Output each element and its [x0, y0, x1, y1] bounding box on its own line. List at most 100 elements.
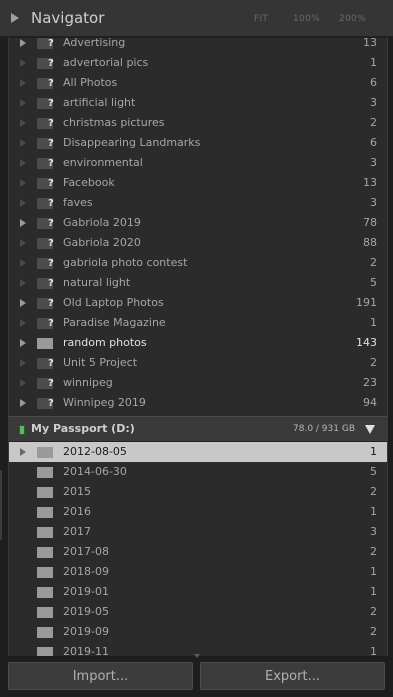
bottom-bar: Import... Export...: [0, 654, 393, 697]
folder-icon: [37, 338, 53, 349]
expand-triangle-icon[interactable]: [20, 79, 26, 87]
missing-question-icon: ?: [48, 58, 54, 69]
folder-row[interactable]: ? faves 3: [9, 193, 387, 213]
volume-folder-row[interactable]: 2014-06-30 5: [9, 462, 387, 482]
folder-row[interactable]: ? environmental 3: [9, 153, 387, 173]
folder-name: 2019-05: [63, 605, 109, 618]
folder-row[interactable]: ? gabriola photo contest 2: [9, 253, 387, 273]
folder-row[interactable]: ? Gabriola 2020 88: [9, 233, 387, 253]
folder-count: 2: [370, 356, 377, 369]
folder-row[interactable]: random photos 143: [9, 333, 387, 353]
expand-triangle-icon[interactable]: [20, 448, 26, 456]
folder-row[interactable]: ? winnipeg 23: [9, 373, 387, 393]
expand-triangle-icon[interactable]: [20, 299, 26, 307]
missing-question-icon: ?: [48, 278, 54, 289]
zoom-fit-option[interactable]: FIT: [254, 14, 268, 24]
missing-question-icon: ?: [48, 78, 54, 89]
import-button[interactable]: Import...: [8, 662, 193, 690]
zoom-100-option[interactable]: 100%: [293, 14, 320, 24]
folder-count: 2: [370, 485, 377, 498]
folder-row[interactable]: ? Old Laptop Photos 191: [9, 293, 387, 313]
expand-triangle-icon[interactable]: [20, 279, 26, 287]
volume-header[interactable]: My Passport (D:) 78.0 / 931 GB: [9, 416, 387, 442]
folder-name: 2016: [63, 505, 91, 518]
expand-triangle-icon[interactable]: [20, 359, 26, 367]
folder-count: 94: [363, 396, 377, 409]
folder-row[interactable]: ? Unit 5 Project 2: [9, 353, 387, 373]
folder-count: 143: [356, 336, 377, 349]
expand-triangle-icon[interactable]: [20, 219, 26, 227]
volume-folder-row[interactable]: 2019-01 1: [9, 582, 387, 602]
folder-count: 3: [370, 156, 377, 169]
volume-folder-row[interactable]: 2019-09 2: [9, 622, 387, 642]
missing-question-icon: ?: [48, 238, 54, 249]
volume-name: My Passport (D:): [31, 422, 135, 435]
volume-folder-row[interactable]: 2018-09 1: [9, 562, 387, 582]
folder-row[interactable]: ? Advertising 13: [9, 38, 387, 53]
folder-name: Unit 5 Project: [63, 356, 138, 369]
volume-folder-row[interactable]: 2015 2: [9, 482, 387, 502]
folder-row[interactable]: ? christmas pictures 2: [9, 113, 387, 133]
folder-count: 2: [370, 625, 377, 638]
expand-triangle-icon[interactable]: [20, 139, 26, 147]
folder-count: 13: [363, 176, 377, 189]
folder-row[interactable]: ? Winnipeg 2019 94: [9, 393, 387, 413]
volume-folder-row[interactable]: 2019-05 2: [9, 602, 387, 622]
folder-row[interactable]: ? Facebook 13: [9, 173, 387, 193]
volume-folder-row[interactable]: 2012-08-05 1: [9, 442, 387, 462]
expand-triangle-icon[interactable]: [20, 259, 26, 267]
folder-name: Advertising: [63, 38, 126, 49]
folder-count: 3: [370, 196, 377, 209]
panel-resize-grip-icon[interactable]: [194, 654, 200, 658]
folder-count: 3: [370, 525, 377, 538]
zoom-200-option[interactable]: 200%: [339, 14, 366, 24]
folder-count: 6: [370, 76, 377, 89]
folder-count: 1: [370, 505, 377, 518]
volume-folder-row[interactable]: 2016 1: [9, 502, 387, 522]
folder-name: Gabriola 2019: [63, 216, 141, 229]
folder-row[interactable]: ? Disappearing Landmarks 6: [9, 133, 387, 153]
folders-panel: ? Advertising 13? advertorial pics 1? All Pho…: [8, 38, 388, 656]
folder-name: 2012-08-05: [63, 445, 127, 458]
expand-triangle-icon[interactable]: [20, 319, 26, 327]
expand-triangle-icon[interactable]: [20, 399, 26, 407]
expand-triangle-icon[interactable]: [20, 199, 26, 207]
folder-name: 2018-09: [63, 565, 109, 578]
folder-row[interactable]: ? All Photos 6: [9, 73, 387, 93]
expand-triangle-icon[interactable]: [20, 39, 26, 47]
missing-question-icon: ?: [48, 138, 54, 149]
volume-folder-row[interactable]: 2017-08 2: [9, 542, 387, 562]
folder-icon: [37, 507, 53, 518]
folder-icon: [37, 467, 53, 478]
expand-triangle-icon[interactable]: [20, 159, 26, 167]
missing-question-icon: ?: [48, 158, 54, 169]
volume-collapse-arrow-icon[interactable]: [365, 425, 375, 434]
folder-name: 2017-08: [63, 545, 109, 558]
folder-name: advertorial pics: [63, 56, 149, 69]
folder-name: 2019-01: [63, 585, 109, 598]
expand-triangle-icon[interactable]: [20, 99, 26, 107]
volume-folder-row[interactable]: 2017 3: [9, 522, 387, 542]
expand-triangle-icon[interactable]: [20, 239, 26, 247]
folder-row[interactable]: ? advertorial pics 1: [9, 53, 387, 73]
expand-triangle-icon[interactable]: [20, 339, 26, 347]
folder-icon: [37, 647, 53, 656]
folder-row[interactable]: ? natural light 5: [9, 273, 387, 293]
folder-count: 1: [370, 316, 377, 329]
export-button[interactable]: Export...: [200, 662, 385, 690]
folder-count: 88: [363, 236, 377, 249]
expand-triangle-icon[interactable]: [20, 119, 26, 127]
folder-row[interactable]: ? artificial light 3: [9, 93, 387, 113]
collapse-triangle-icon[interactable]: [11, 13, 19, 23]
folder-count: 78: [363, 216, 377, 229]
panel-edge-handle[interactable]: [0, 470, 2, 540]
navigator-header[interactable]: Navigator FIT 100% 200%: [0, 0, 393, 37]
expand-triangle-icon[interactable]: [20, 179, 26, 187]
folder-icon: [37, 587, 53, 598]
missing-question-icon: ?: [48, 258, 54, 269]
folder-row[interactable]: ? Gabriola 2019 78: [9, 213, 387, 233]
expand-triangle-icon[interactable]: [20, 59, 26, 67]
expand-triangle-icon[interactable]: [20, 379, 26, 387]
folder-row[interactable]: ? Paradise Magazine 1: [9, 313, 387, 333]
folder-name: natural light: [63, 276, 131, 289]
